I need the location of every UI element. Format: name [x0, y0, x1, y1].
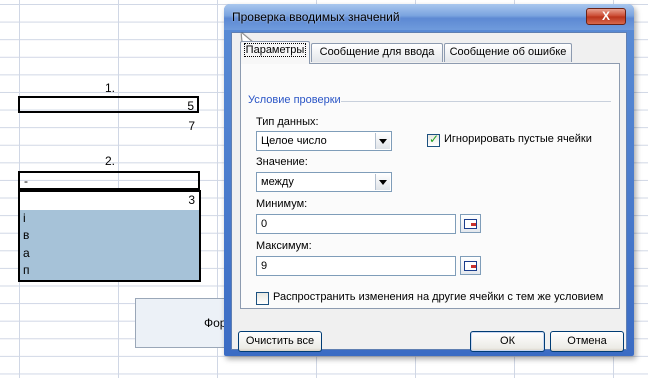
close-icon: X: [601, 9, 610, 23]
tab-label: Сообщение об ошибке: [449, 46, 567, 58]
range-select-icon[interactable]: [460, 256, 481, 275]
value-label: Значение:: [256, 156, 308, 168]
maximum-label: Максимум:: [256, 240, 312, 252]
dialog-titlebar[interactable]: Проверка вводимых значений X: [224, 4, 634, 30]
list-item[interactable]: 3: [20, 192, 199, 210]
list-item[interactable]: в: [20, 227, 199, 245]
tab-error-message[interactable]: Сообщение об ошибке: [444, 43, 572, 62]
chevron-down-icon[interactable]: [375, 174, 390, 190]
validation-dropdown-list[interactable]: 3 i в а п: [18, 190, 201, 282]
cell-dropdown-input[interactable]: -: [18, 171, 200, 190]
ignore-blank-label[interactable]: Игнорировать пустые ячейки: [444, 133, 592, 145]
list-item[interactable]: п: [20, 262, 199, 280]
chevron-down-icon[interactable]: [375, 133, 390, 149]
dialog-body: Параметры Сообщение для ввода Сообщение …: [231, 32, 627, 352]
value-value: между: [261, 176, 294, 188]
tab-input-message[interactable]: Сообщение для ввода: [311, 43, 443, 62]
cancel-button[interactable]: Отмена: [550, 331, 624, 352]
close-button[interactable]: X: [586, 8, 626, 25]
section-label-1: 1.: [104, 81, 115, 95]
maximum-input[interactable]: 9: [256, 256, 456, 276]
minimum-label: Минимум:: [256, 198, 308, 210]
list-item[interactable]: i: [20, 209, 199, 227]
data-type-value: Целое число: [261, 135, 327, 147]
cell-value-7[interactable]: 7: [18, 118, 199, 134]
tab-label: Сообщение для ввода: [319, 46, 435, 58]
ignore-blank-checkbox[interactable]: [427, 132, 440, 147]
apply-to-all-checkbox[interactable]: [256, 292, 269, 305]
data-type-select[interactable]: Целое число: [256, 131, 392, 151]
tab-label: Параметры: [243, 43, 307, 57]
minimum-input[interactable]: 0: [256, 214, 456, 234]
data-validation-dialog: Проверка вводимых значений X Параметры С…: [224, 4, 634, 356]
cell-value-5[interactable]: 5: [18, 96, 199, 113]
parameters-panel: Условие проверки Тип данных: Целое число…: [240, 63, 620, 309]
ok-button[interactable]: ОК: [470, 331, 545, 352]
group-title: Условие проверки: [248, 94, 341, 106]
section-label-2: 2.: [104, 154, 115, 168]
value-select[interactable]: между: [256, 172, 392, 192]
clear-all-button[interactable]: Очистить все: [238, 331, 322, 352]
range-select-icon[interactable]: [460, 214, 481, 233]
tab-parameters[interactable]: Параметры: [240, 41, 310, 64]
group-divider: [341, 101, 611, 102]
form-button[interactable]: Фор: [135, 298, 235, 348]
apply-to-all-label[interactable]: Распространить изменения на другие ячейк…: [273, 291, 603, 303]
list-item[interactable]: а: [20, 244, 199, 262]
dialog-title: Проверка вводимых значений: [232, 10, 400, 24]
data-type-label: Тип данных:: [256, 116, 319, 128]
